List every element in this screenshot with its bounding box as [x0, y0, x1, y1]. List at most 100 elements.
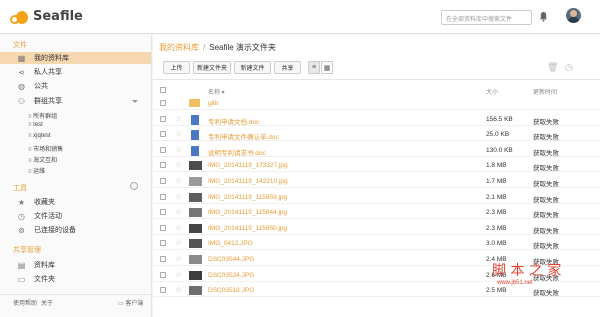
row-checkbox[interactable]	[160, 209, 166, 216]
row-checkbox[interactable]	[160, 193, 166, 200]
file-name[interactable]: IMG_20141119_173327.jpg	[208, 162, 288, 169]
upload-button[interactable]: 上传	[163, 61, 190, 74]
file-name[interactable]: IMG_20141119_142210.jpg	[208, 178, 288, 185]
history-icon[interactable]: ◷	[565, 63, 574, 72]
file-name[interactable]: IMG_20141119_115844.jpg	[208, 209, 287, 216]
row-checkbox[interactable]	[160, 240, 166, 247]
file-name[interactable]: glib	[208, 100, 218, 107]
sidebar-group-ops[interactable]: 运维	[28, 166, 45, 175]
table-row[interactable]: ☆ 专利申请文件确认单.doc 25.0 KB 获取失败	[153, 128, 600, 142]
sidebar-item-starred[interactable]: ★ 收藏夹	[0, 196, 151, 208]
grid-icon: ▦	[323, 64, 331, 72]
row-checkbox[interactable]	[160, 287, 166, 294]
file-name[interactable]: DSC03518.JPG	[208, 287, 254, 294]
row-checkbox[interactable]	[160, 146, 166, 153]
file-modified: 获取失败	[533, 149, 559, 157]
row-checkbox[interactable]	[160, 256, 166, 262]
sidebar-item-public[interactable]: ◍ 公共	[0, 80, 151, 92]
table-row[interactable]: ☆ 专利申请文档.doc 156.5 KB 获取失败	[153, 113, 600, 126]
row-checkbox[interactable]	[160, 115, 166, 122]
star-icon[interactable]: ☆	[175, 270, 182, 280]
toolbar: 上传 新建文件夹 新建文件 共享 ≡ ▦ 🗑 ◷	[153, 58, 600, 80]
sidebar-group-all[interactable]: 所有群组	[28, 111, 57, 120]
share-button[interactable]: 共享	[274, 61, 301, 74]
help-link[interactable]: 使用帮助	[13, 301, 37, 307]
file-modified: 获取失败	[533, 243, 559, 251]
row-checkbox[interactable]	[160, 100, 166, 106]
bell-icon[interactable]	[539, 11, 548, 22]
table-row[interactable]: ☆ 说明专利请求书.doc 130.0 KB 获取失败	[153, 144, 600, 157]
grid-view-button[interactable]: ▦	[321, 61, 333, 74]
image-thumbnail	[189, 223, 202, 233]
sidebar-item-group-share[interactable]: ⚇ 群组共享	[0, 95, 151, 107]
image-thumbnail	[189, 161, 202, 171]
file-name[interactable]: IMG_20141119_115859.jpg	[208, 194, 287, 201]
file-name[interactable]: DSC03524.JPG	[208, 272, 254, 279]
file-name[interactable]: 专利申请文件确认单.doc	[208, 131, 279, 141]
column-name[interactable]: 名称 ▾	[208, 87, 225, 96]
search-input[interactable]: 在全部资料库中搜索文件	[441, 10, 532, 25]
watermark-title: 脚 本 之 家	[492, 263, 562, 279]
table-row[interactable]: ☆ IMG_20141119_115850.jpg 2.3 MB 获取失败	[153, 222, 600, 235]
file-name[interactable]: IMG_0412.JPG	[208, 240, 253, 247]
star-icon: ★	[17, 197, 26, 207]
file-name[interactable]: 说明专利请求书.doc	[208, 147, 266, 157]
file-name[interactable]: IMG_20141119_115850.jpg	[208, 225, 287, 232]
sidebar-group-marketing[interactable]: 市场和销售	[28, 144, 63, 153]
table-row[interactable]: ☆ IMG_20141119_173327.jpg 1.8 MB 获取失败	[153, 159, 600, 173]
table-row[interactable]: ☆ IMG_20141119_115844.jpg 2.3 MB 获取失败	[153, 206, 600, 220]
sidebar-item-my-libraries[interactable]: ▦ 我的资料库	[0, 52, 151, 64]
link-icon: ⊚	[18, 225, 25, 235]
row-checkbox[interactable]	[160, 271, 166, 278]
sidebar-group-xjqtest[interactable]: xjqtest	[28, 133, 50, 139]
star-icon[interactable]: ☆	[175, 176, 182, 186]
column-modified[interactable]: 更新时间	[533, 87, 557, 96]
select-all-checkbox[interactable]	[160, 87, 166, 93]
share-icon: ⋖	[18, 67, 25, 77]
star-icon[interactable]: ☆	[175, 114, 182, 124]
star-icon[interactable]: ☆	[175, 192, 182, 202]
row-checkbox[interactable]	[160, 131, 166, 138]
breadcrumb-root[interactable]: 我的资料库	[159, 43, 199, 52]
sidebar-group-test[interactable]: test	[28, 122, 43, 128]
new-folder-button[interactable]: 新建文件夹	[193, 61, 231, 74]
list-view-button[interactable]: ≡	[308, 61, 320, 74]
chevron-down-icon[interactable]	[132, 100, 138, 103]
file-name[interactable]: DSC03544.JPG	[208, 256, 254, 263]
star-icon[interactable]: ☆	[175, 145, 182, 155]
avatar[interactable]	[566, 8, 581, 23]
star-icon[interactable]: ☆	[175, 238, 182, 248]
row-checkbox[interactable]	[160, 178, 166, 184]
table-row[interactable]: glib	[153, 97, 600, 110]
row-checkbox[interactable]	[160, 162, 166, 169]
row-checkbox[interactable]	[160, 224, 166, 231]
gear-icon[interactable]	[130, 182, 138, 190]
star-icon[interactable]: ☆	[175, 254, 182, 264]
table-row[interactable]: ☆ IMG_20141119_115859.jpg 2.1 MB 获取失败	[153, 191, 600, 204]
client-link[interactable]: ▭ 客户端	[118, 298, 143, 307]
new-file-button[interactable]: 新建文件	[234, 61, 271, 74]
sidebar-item-private-share[interactable]: ⋖ 私人共享	[0, 66, 151, 78]
star-icon[interactable]: ☆	[175, 160, 182, 170]
star-icon[interactable]: ☆	[175, 223, 182, 233]
sidebar-item-devices[interactable]: ⊚ 已连接的设备	[0, 224, 151, 236]
seafile-logo[interactable]: Seafile	[10, 9, 83, 24]
star-icon[interactable]: ☆	[175, 207, 182, 217]
table-row[interactable]: ☆ IMG_20141119_142210.jpg 1.7 MB 获取失败	[153, 175, 600, 188]
trash-icon[interactable]: 🗑	[547, 63, 558, 72]
main-panel: 我的资料库 / Seafile 演示文件夹 上传 新建文件夹 新建文件 共享 ≡ ▦…	[153, 35, 600, 317]
file-size: 2.3 MB	[486, 209, 507, 217]
star-icon[interactable]: ☆	[175, 285, 182, 295]
column-size[interactable]: 大小	[486, 87, 498, 96]
file-name[interactable]: 专利申请文档.doc	[208, 116, 259, 126]
sidebar-item-activities[interactable]: ◷ 文件活动	[0, 210, 151, 222]
table-row[interactable]: ☆ IMG_0412.JPG 3.0 MB 获取失败	[153, 237, 600, 251]
sidebar-item-share-folders[interactable]: ▭ 文件夹	[0, 273, 151, 285]
about-link[interactable]: 关于	[41, 301, 53, 307]
clock-icon: ◷	[18, 211, 25, 221]
top-header: Seafile 在全部资料库中搜索文件	[0, 0, 600, 34]
sidebar-item-share-libraries[interactable]: ▤ 资料库	[0, 259, 151, 271]
sidebar-group-haiwen[interactable]: 海文互和	[28, 155, 57, 164]
star-icon[interactable]: ☆	[175, 129, 182, 139]
file-size: 3.0 MB	[486, 240, 507, 248]
